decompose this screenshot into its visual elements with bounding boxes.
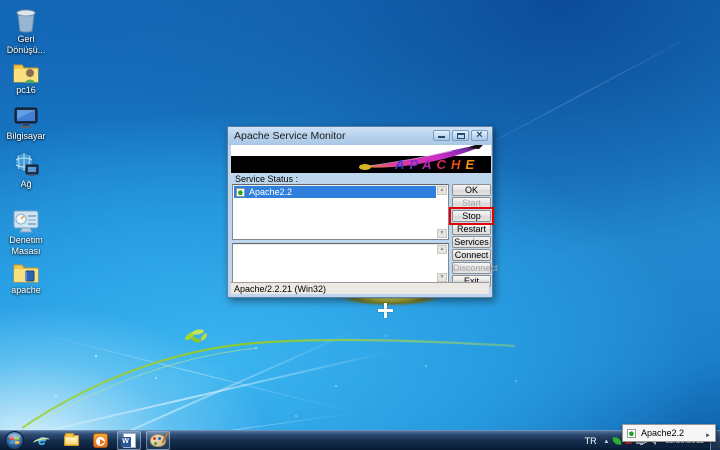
services-button[interactable]: Services <box>452 236 491 248</box>
word-icon <box>123 433 136 448</box>
desktop-icon-label: Bilgisayar <box>0 131 52 142</box>
scroll-down-icon[interactable] <box>437 229 447 238</box>
window-status-bar: Apache/2.2.21 (Win32) <box>231 282 489 294</box>
desktop-icon-label: pc16 <box>0 85 52 96</box>
desktop-icon-user-folder[interactable]: pc16 <box>0 56 52 96</box>
desktop-icon-computer[interactable]: Bilgisayar <box>0 102 52 142</box>
control-panel-icon <box>11 206 41 234</box>
stop-button[interactable]: Stop <box>452 210 491 222</box>
desktop-icon-recycle-bin[interactable]: Geri Dönüşü... <box>0 5 52 56</box>
hidden-icons-chevron-icon[interactable]: ▴ <box>602 437 612 445</box>
apache-tray-popup[interactable]: Apache2.2 <box>622 424 716 442</box>
taskbar-word-open[interactable] <box>117 431 141 450</box>
desktop-icon-label: Ağ <box>0 179 52 190</box>
minimize-button[interactable] <box>433 130 450 141</box>
close-button[interactable] <box>471 130 488 141</box>
disconnect-button[interactable]: Disconnect <box>452 262 491 274</box>
start-button[interactable] <box>3 431 25 450</box>
explorer-folder-icon <box>64 435 79 446</box>
network-icon <box>11 150 41 178</box>
service-name: Apache2.2 <box>249 187 292 197</box>
mouse-cursor-cross-icon <box>378 303 393 318</box>
desktop-icon-label: Denetim Masası <box>0 235 52 257</box>
scroll-up-icon[interactable] <box>437 186 447 195</box>
service-status-label: Service Status : <box>235 174 298 184</box>
tray-apache-feather-icon[interactable] <box>613 437 621 445</box>
desktop-icon-label: apache <box>0 285 52 296</box>
taskbar-media-player[interactable] <box>88 431 112 450</box>
desktop-icon-control-panel[interactable]: Denetim Masası <box>0 206 52 257</box>
paint-icon <box>150 434 166 447</box>
service-running-icon <box>627 429 636 438</box>
language-indicator[interactable]: TR <box>580 436 602 446</box>
service-running-icon <box>236 188 245 197</box>
windows-logo-icon <box>5 431 24 450</box>
maximize-button[interactable] <box>452 130 469 141</box>
desktop-icon-label: Geri Dönüşü... <box>0 34 52 56</box>
taskbar-paint-open[interactable] <box>146 431 170 450</box>
scroll-up-icon[interactable] <box>437 245 447 254</box>
maximize-icon <box>457 133 465 139</box>
desktop-icon-network[interactable]: Ağ <box>0 150 52 190</box>
scroll-down-icon[interactable] <box>437 273 447 282</box>
user-folder-icon <box>11 56 41 84</box>
folder-icon <box>11 256 41 284</box>
recycle-bin-icon <box>11 5 41 33</box>
tray-popup-service-name: Apache2.2 <box>641 428 700 438</box>
restart-button[interactable]: Restart <box>452 223 491 235</box>
log-list[interactable] <box>232 243 449 284</box>
start-button[interactable]: Start <box>452 197 491 209</box>
service-list[interactable]: Apache2.2 <box>232 184 449 240</box>
window-title: Apache Service Monitor <box>234 130 345 142</box>
service-list-item-apache22[interactable]: Apache2.2 <box>234 186 436 198</box>
apache-service-monitor-window: Apache Service Monitor APACHE <box>227 126 493 298</box>
taskbar: e TR ▴ 11.10.2011 <box>0 430 720 450</box>
apache-logo-text: APACHE <box>395 157 479 172</box>
taskbar-internet-explorer[interactable]: e <box>30 431 54 450</box>
minimize-icon <box>438 136 445 138</box>
desktop-icon-apache-folder[interactable]: apache <box>0 256 52 296</box>
submenu-arrow-icon <box>705 424 711 442</box>
apache-logo-banner: APACHE <box>231 145 491 173</box>
ok-button[interactable]: OK <box>452 184 491 196</box>
media-player-icon <box>93 433 108 448</box>
taskbar-windows-explorer[interactable] <box>59 431 83 450</box>
computer-icon <box>11 102 41 130</box>
connect-button[interactable]: Connect <box>452 249 491 261</box>
